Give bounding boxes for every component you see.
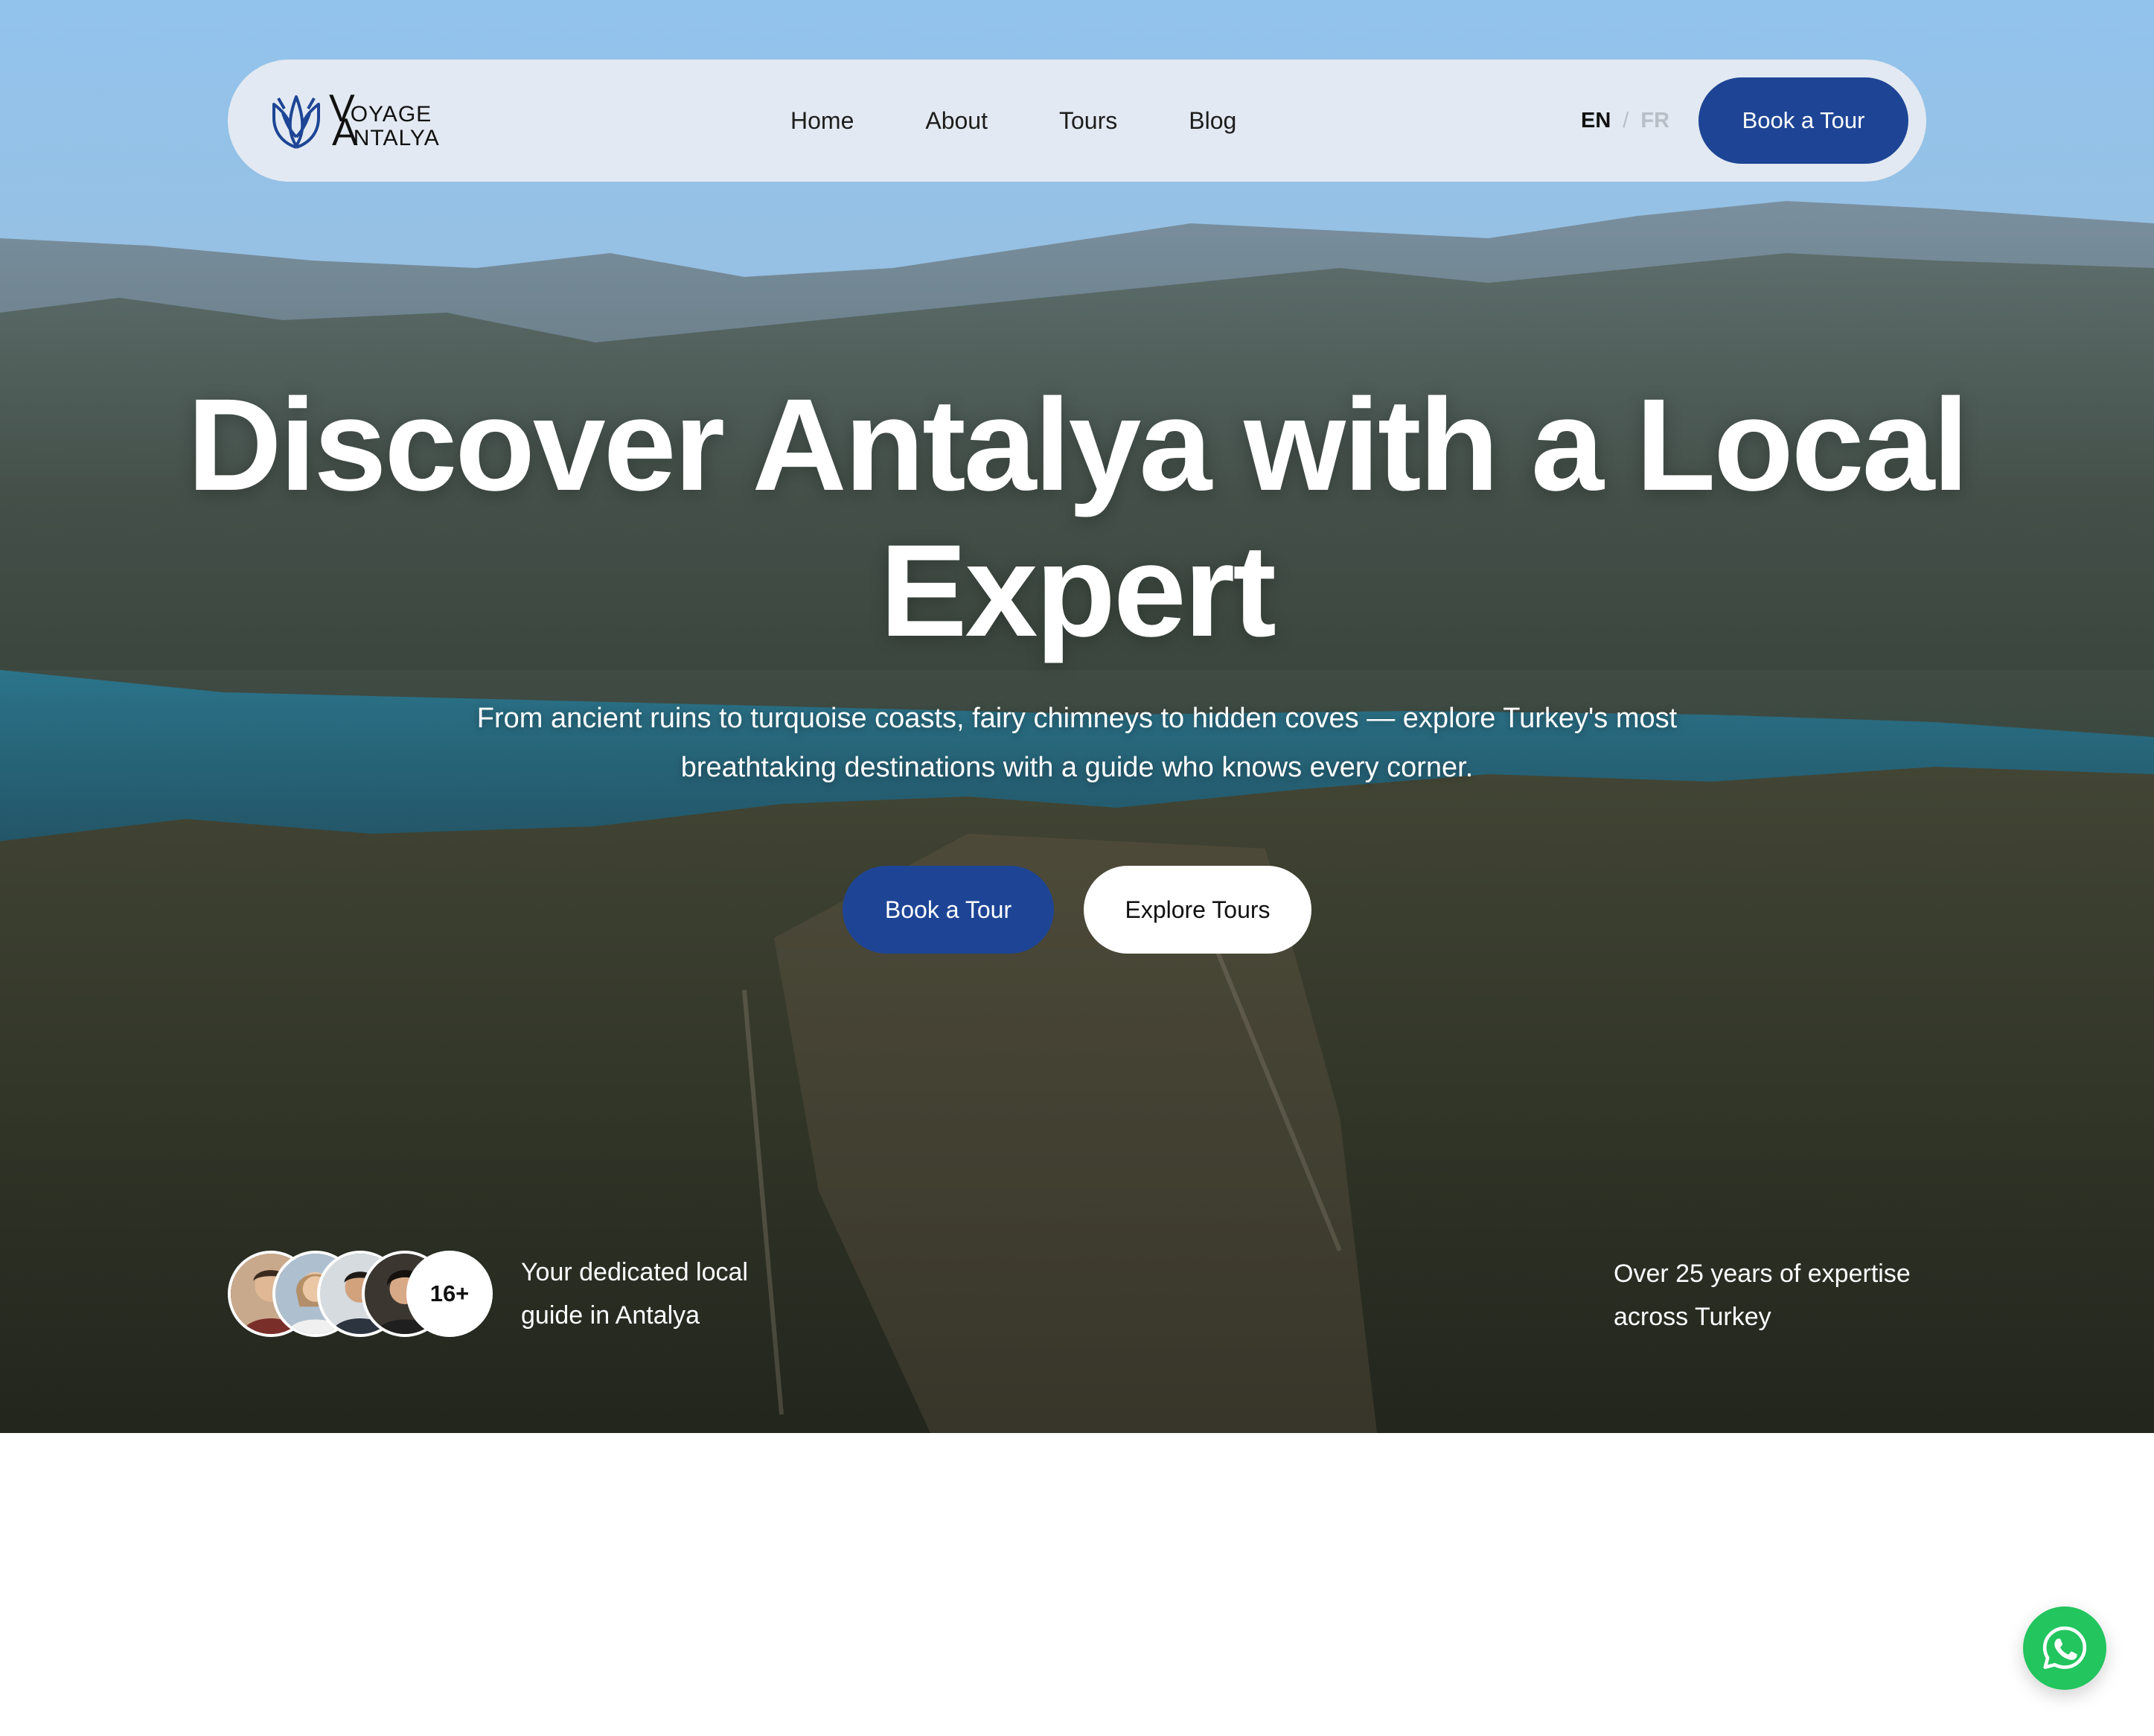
brand-wordmark: V OYAGE A NTALYA (329, 89, 440, 152)
expertise-line-2: across Turkey (1614, 1303, 1771, 1331)
guides-text-line-2: guide in Antalya (521, 1301, 700, 1330)
expertise-stat: Over 25 years of expertise across Turkey (1614, 1252, 1941, 1338)
hero-explore-tours-button[interactable]: Explore Tours (1084, 866, 1311, 954)
hero-subtitle-line-2: breathtaking destinations with a guide w… (680, 752, 1474, 783)
guides-text-line-1: Your dedicated local (521, 1258, 748, 1286)
expertise-line-1: Over 25 years of expertise (1614, 1260, 1911, 1288)
language-separator: / (1623, 108, 1629, 133)
tulip-logo-icon (272, 95, 320, 149)
nav-link-tours[interactable]: Tours (1059, 107, 1117, 135)
nav-link-about[interactable]: About (925, 107, 988, 135)
whatsapp-button[interactable] (2023, 1606, 2106, 1690)
brand-logo[interactable]: V OYAGE A NTALYA (268, 89, 440, 152)
nav-link-blog[interactable]: Blog (1189, 107, 1236, 135)
nav-book-tour-button[interactable]: Book a Tour (1698, 77, 1908, 164)
hero-book-tour-button[interactable]: Book a Tour (843, 866, 1054, 954)
hero-title: Discover Antalya with a Local Expert (149, 372, 2005, 664)
hero-subtitle: From ancient ruins to turquoise coasts, … (417, 694, 1737, 792)
guides-description: Your dedicated local guide in Antalya (521, 1251, 789, 1337)
brand-word-2: NTALYA (353, 126, 440, 150)
guide-avatars: 16+ (228, 1251, 493, 1337)
navbar: V OYAGE A NTALYA Home About Tours Blog E… (228, 60, 1926, 182)
hero-title-line-1: Discover Antalya with a Local (187, 372, 1969, 518)
nav-links: Home About Tours Blog (790, 60, 1308, 182)
hero-title-line-2: Expert (880, 518, 1276, 664)
guides-stat: 16+ Your dedicated local guide in Antaly… (228, 1251, 789, 1337)
whatsapp-icon (2042, 1626, 2087, 1669)
hero-actions: Book a Tour Explore Tours (0, 866, 2154, 954)
guides-count-badge: 16+ (406, 1251, 493, 1337)
language-fr[interactable]: FR (1640, 109, 1669, 133)
language-en[interactable]: EN (1581, 109, 1611, 133)
nav-link-home[interactable]: Home (790, 107, 854, 135)
hero-subtitle-line-1: From ancient ruins to turquoise coasts, … (476, 703, 1678, 734)
language-switcher: EN / FR (1581, 60, 1669, 182)
